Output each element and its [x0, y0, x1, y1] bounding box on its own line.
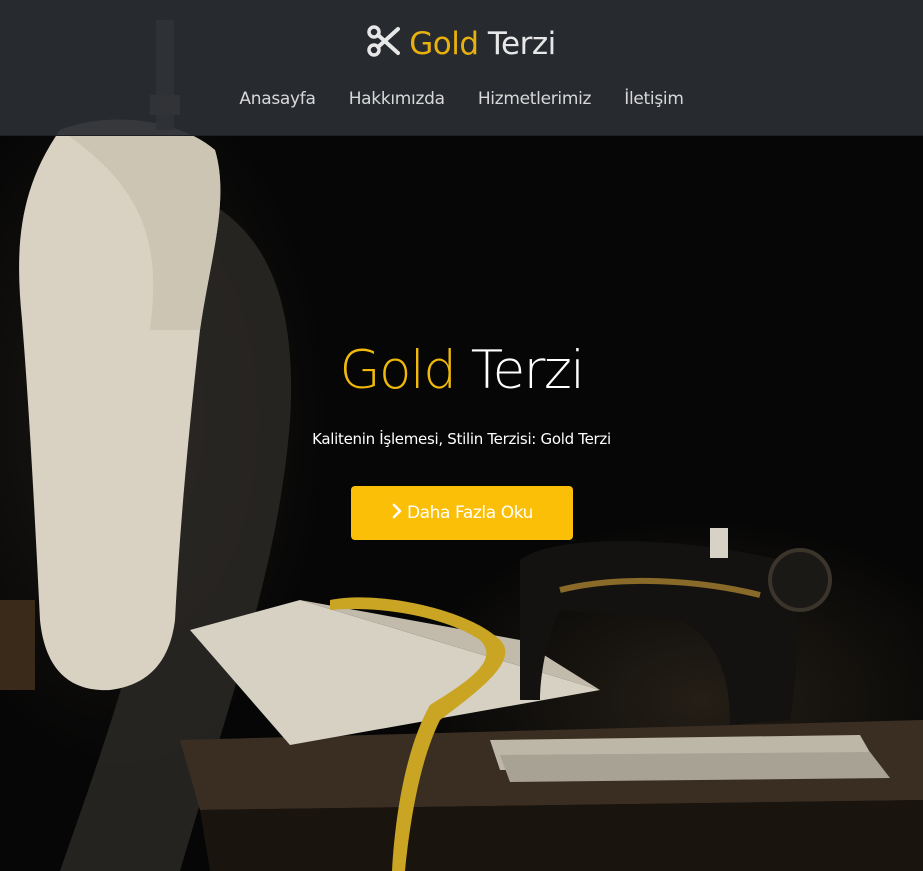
hero-subtitle: Kalitenin İşlemesi, Stilin Terzisi: Gold…	[312, 430, 611, 448]
nav-item-hizmetlerimiz[interactable]: Hizmetlerimiz	[478, 89, 592, 109]
scissors-icon	[367, 24, 401, 70]
read-more-button[interactable]: Daha Fazla Oku	[351, 486, 573, 540]
nav-item-hakkimizda[interactable]: Hakkımızda	[349, 89, 445, 109]
chevron-right-icon	[391, 503, 403, 524]
brand-logo[interactable]: Gold Terzi	[0, 22, 923, 70]
nav-item-anasayfa[interactable]: Anasayfa	[239, 89, 315, 109]
brand-name-rest: Terzi	[487, 26, 556, 62]
nav-menu: Anasayfa Hakkımızda Hizmetlerimiz İletiş…	[0, 86, 923, 112]
nav-item-iletisim[interactable]: İletişim	[624, 89, 684, 109]
read-more-label: Daha Fazla Oku	[406, 503, 534, 523]
hero-title-rest: Terzi	[470, 340, 585, 401]
navbar: Gold Terzi Anasayfa Hakkımızda Hizmetler…	[0, 0, 923, 136]
brand-name-accent: Gold	[409, 26, 479, 62]
hero-title: Gold Terzi	[0, 335, 923, 407]
hero-title-accent: Gold	[339, 340, 456, 401]
